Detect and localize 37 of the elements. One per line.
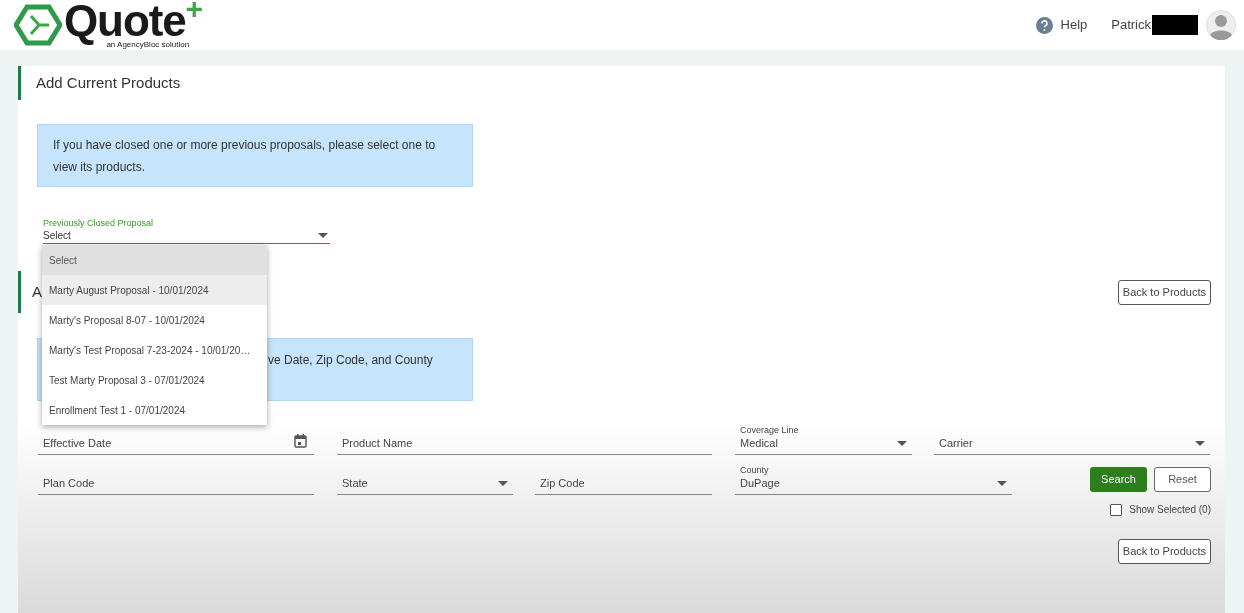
dropdown-option[interactable]: Marty's Test Proposal 7-23-2024 - 10/01/20… bbox=[42, 335, 267, 365]
date-field[interactable]: Effective Date bbox=[38, 425, 314, 455]
caret-icon bbox=[897, 441, 907, 447]
section-title: Add Current Products bbox=[36, 72, 181, 93]
section-title: A bbox=[31, 281, 42, 302]
dropdown-option[interactable]: Marty August Proposal - 10/01/2024 bbox=[42, 275, 267, 305]
caret-icon bbox=[318, 233, 328, 239]
logo-icon bbox=[14, 4, 62, 46]
caret-icon bbox=[1195, 441, 1205, 447]
caret-icon bbox=[997, 481, 1007, 487]
info-box: If you have closed one or more previous proposals, please select one to view its products. bbox=[37, 124, 473, 187]
caret-icon bbox=[498, 481, 508, 487]
input-field[interactable]: Plan Code bbox=[38, 465, 314, 495]
select-field[interactable]: County DuPage bbox=[735, 465, 1012, 495]
back-to-products-button[interactable]: Back to Products bbox=[1117, 539, 1211, 564]
select-field[interactable]: Coverage Line Medical bbox=[735, 425, 912, 455]
select-field[interactable]: Carrier bbox=[934, 425, 1210, 455]
input-field[interactable]: Zip Code bbox=[535, 465, 712, 495]
dropdown-option[interactable]: Select bbox=[42, 245, 267, 275]
checkbox[interactable] bbox=[1110, 503, 1123, 516]
checkbox-label: Show Selected (0) bbox=[1129, 503, 1211, 517]
search-button[interactable]: Search bbox=[1090, 467, 1147, 492]
select-field[interactable]: State bbox=[337, 465, 513, 495]
help-link[interactable]: Help bbox=[1035, 15, 1088, 35]
input-field[interactable]: Product Name bbox=[337, 425, 712, 455]
dropdown-option[interactable]: Enrollment Test 1 - 07/01/2024 bbox=[42, 395, 267, 425]
calendar-icon bbox=[294, 434, 307, 448]
avatar-icon[interactable] bbox=[1206, 10, 1236, 40]
back-to-products-button[interactable]: Back to Products bbox=[1117, 279, 1211, 305]
proposal-dropdown[interactable]: Previously Closed Proposal Select bbox=[43, 217, 330, 244]
logo-plus: + bbox=[185, 0, 204, 21]
dropdown-option[interactable]: Marty's Proposal 8-07 - 10/01/2024 bbox=[42, 305, 267, 335]
user-name[interactable]: Patrick bbox=[1111, 15, 1151, 35]
help-icon bbox=[1035, 16, 1053, 34]
dropdown-option[interactable]: Test Marty Proposal 3 - 07/01/2024 bbox=[42, 365, 267, 395]
logo[interactable]: Quote+ an AgencyBloc solution bbox=[14, 1, 204, 49]
reset-button[interactable]: Reset bbox=[1154, 467, 1211, 492]
